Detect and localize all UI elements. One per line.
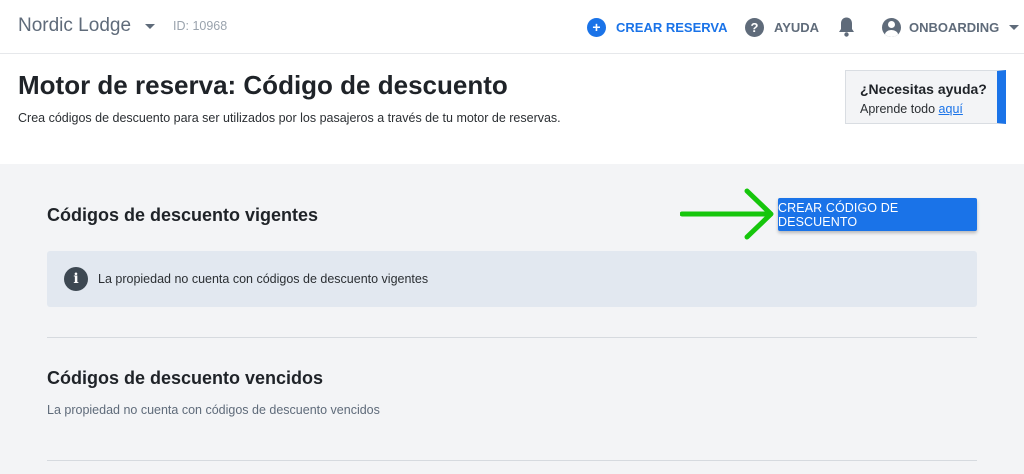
create-reservation-button[interactable]: + CREAR RESERVA bbox=[587, 0, 727, 54]
plus-circle-icon: + bbox=[587, 17, 606, 37]
help-label: AYUDA bbox=[774, 19, 820, 35]
bell-icon[interactable] bbox=[837, 16, 856, 38]
help-card-text-label: Aprende todo bbox=[860, 102, 939, 116]
divider bbox=[47, 460, 977, 461]
expired-codes-message: La propiedad no cuenta con códigos de de… bbox=[47, 403, 380, 417]
help-card-link[interactable]: aquí bbox=[939, 102, 963, 116]
account-circle-icon bbox=[882, 17, 901, 37]
top-bar: Nordic Lodge ID: 10968 + CREAR RESERVA ?… bbox=[0, 0, 1024, 54]
info-icon: i bbox=[64, 267, 88, 291]
help-button[interactable]: ? AYUDA bbox=[745, 0, 819, 54]
create-reservation-label: CREAR RESERVA bbox=[616, 19, 728, 35]
help-card: ¿Necesitas ayuda? Aprende todo aquí bbox=[845, 70, 1006, 124]
divider bbox=[47, 337, 977, 338]
property-id: ID: 10968 bbox=[173, 19, 228, 33]
green-arrow-icon bbox=[680, 188, 774, 240]
account-menu[interactable]: ONBOARDING bbox=[882, 0, 1020, 54]
caret-down-icon bbox=[1009, 24, 1020, 30]
page-subtitle: Crea códigos de descuento para ser utili… bbox=[18, 111, 561, 125]
expired-codes-title: Códigos de descuento vencidos bbox=[47, 368, 324, 388]
page-title: Motor de reserva: Código de descuento bbox=[18, 70, 508, 100]
account-label: ONBOARDING bbox=[909, 19, 1000, 35]
create-discount-code-button[interactable]: CREAR CÓDIGO DE DESCUENTO bbox=[778, 198, 977, 231]
info-message: La propiedad no cuenta con códigos de de… bbox=[98, 272, 429, 286]
help-card-title: ¿Necesitas ayuda? bbox=[860, 81, 987, 97]
help-card-text: Aprende todo aquí bbox=[860, 102, 963, 116]
property-selector[interactable]: Nordic Lodge bbox=[18, 15, 156, 37]
question-circle-icon: ? bbox=[745, 17, 764, 37]
property-name: Nordic Lodge bbox=[18, 15, 132, 36]
info-alert: i La propiedad no cuenta con códigos de … bbox=[47, 251, 977, 307]
caret-down-icon bbox=[145, 23, 156, 29]
active-codes-title: Códigos de descuento vigentes bbox=[47, 205, 319, 225]
